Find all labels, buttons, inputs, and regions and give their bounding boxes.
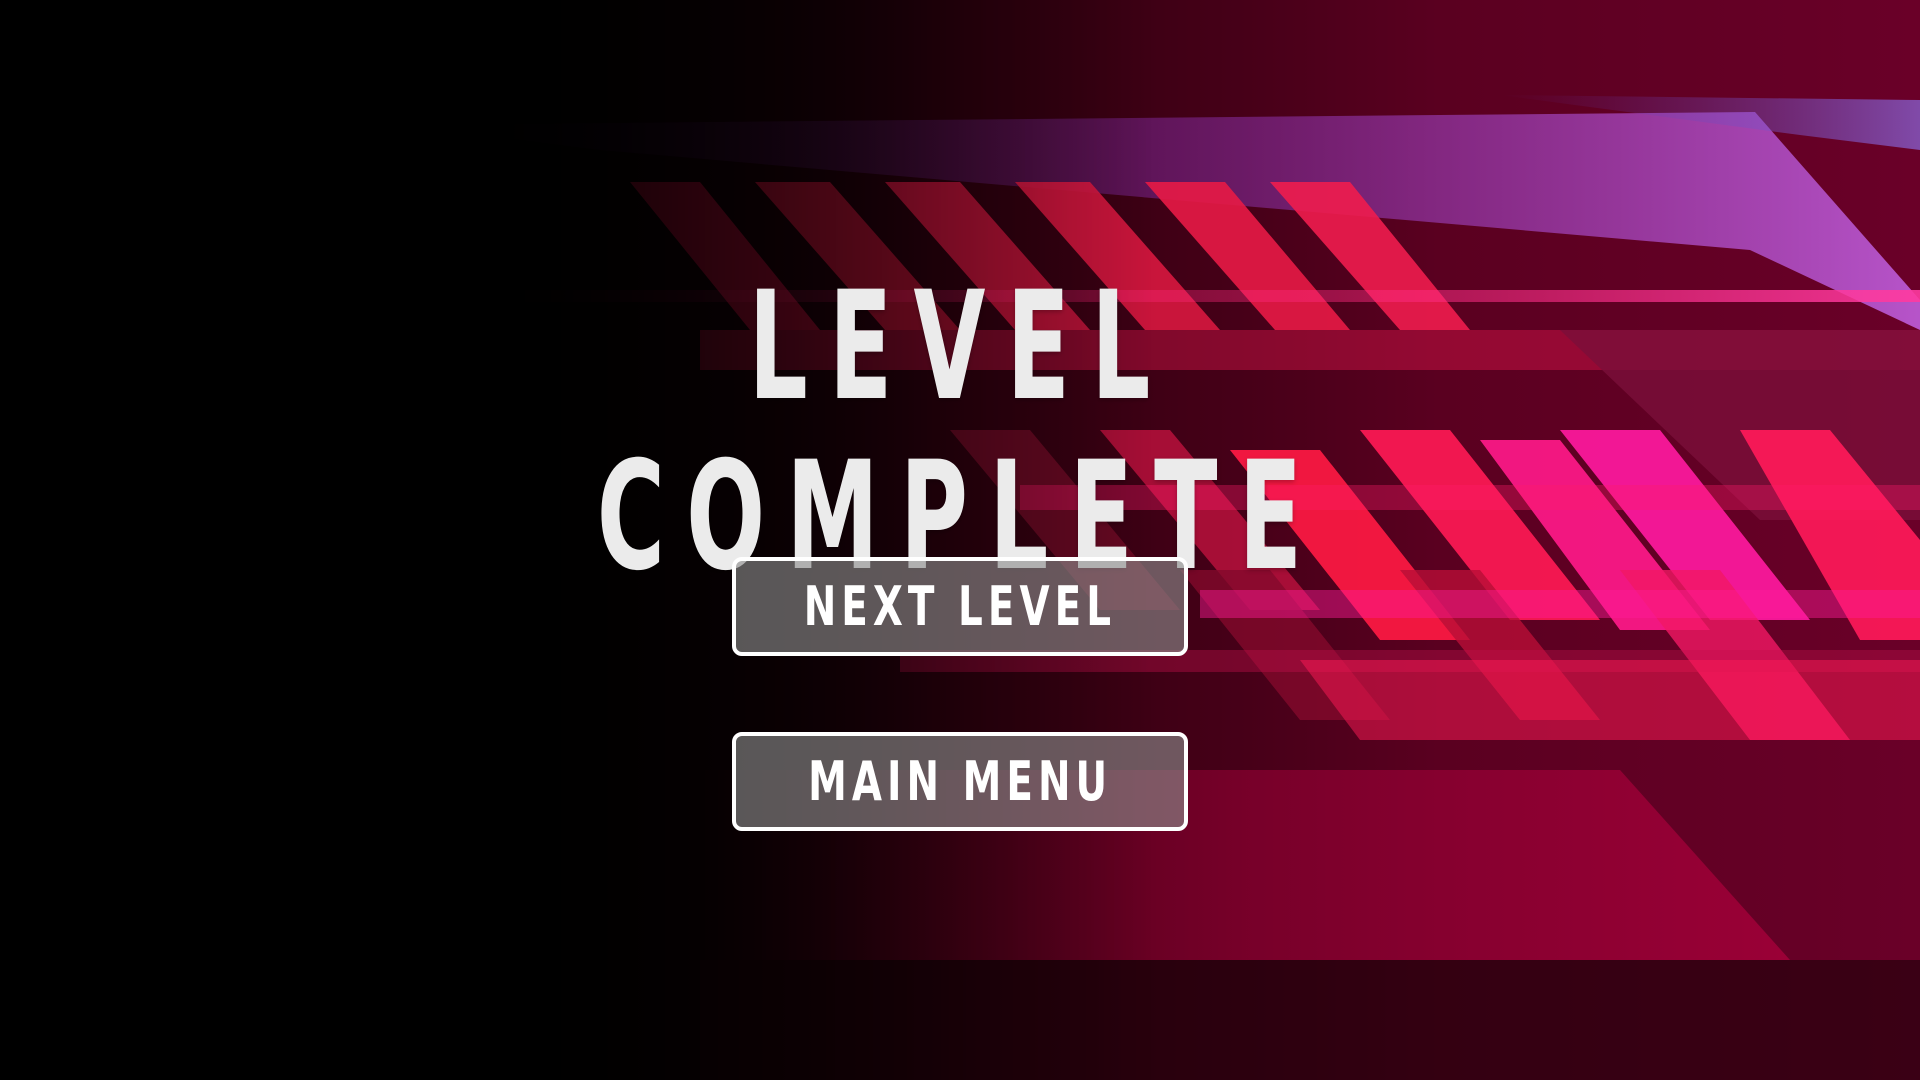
- main-menu-label: MAIN MENU: [807, 750, 1113, 813]
- main-menu-button[interactable]: MAIN MENU: [732, 732, 1188, 831]
- level-complete-screen: LEVEL COMPLETE NEXT LEVEL MAIN MENU: [0, 0, 1920, 1080]
- next-level-button[interactable]: NEXT LEVEL: [732, 557, 1188, 656]
- level-complete-title: LEVEL COMPLETE: [596, 260, 1324, 604]
- next-level-label: NEXT LEVEL: [803, 575, 1117, 638]
